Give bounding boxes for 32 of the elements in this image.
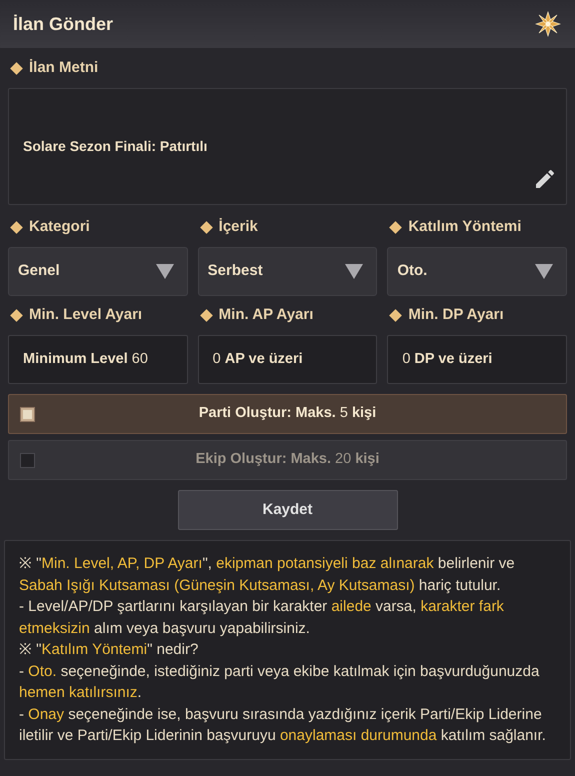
option-label: Ekip Oluştur: Maks. 20 kişi [194, 450, 380, 470]
checkbox[interactable] [20, 406, 35, 422]
field-label: İlan Metni [29, 58, 98, 78]
field-label: Katılım Yöntemi [408, 216, 522, 237]
pencil-icon[interactable] [533, 167, 557, 191]
field-label: İçerik [218, 216, 258, 237]
save-button[interactable]: Kaydet [178, 490, 398, 530]
note-text: - Onay seçeneğinde ise, başvuru sırasında yazdığınız içerik Parti/Ekip Liderine iletilir ve Parti/Ekip Liderinin başvuruyu onaylaması durumunda katılım sağlanır. [19, 704, 547, 746]
caret-icon [156, 264, 174, 279]
field-label: Min. Level Ayarı [29, 304, 142, 325]
caret-icon [345, 264, 364, 279]
note-text: - Oto. seçeneğinde, istediğiniz parti veya ekibe katılmak için başvurduğunuzda hemen katılırsınız. [19, 662, 540, 703]
input-field[interactable]: 0 AP ve üzeri [198, 335, 378, 384]
option-row[interactable]: Ekip Oluştur: Maks. 20 kişi [8, 440, 567, 480]
dropdown[interactable]: Serbest [198, 247, 378, 296]
window-title: İlan Gönder [13, 12, 114, 36]
option-row[interactable]: Parti Oluştur: Maks. 5 kişi [8, 394, 567, 434]
input-field[interactable]: Minimum Level 60 [8, 335, 188, 384]
note-text: - Level/AP/DP şartlarını karşılayan bir karakter ailede varsa, karakter fark etmeksizin alım veya başvuru yapabilirsiniz. [19, 597, 505, 638]
note-text: ※ "Min. Level, AP, DP Ayarı", ekipman potansiyeli baz alınarak belirlenir ve Sabah Işığı Kutsaması (Güneşin Kutsaması, Ay Kutsaması) hariç tutulur. [19, 554, 516, 596]
caret-icon [535, 264, 553, 279]
checkbox[interactable] [20, 452, 35, 468]
input-field[interactable]: 0 DP ve üzeri [387, 335, 567, 384]
ad-text-field[interactable]: Solare Sezon Finali: Patırtılı [8, 88, 567, 205]
flower-icon [534, 10, 562, 38]
field-label: Min. DP Ayarı [408, 304, 504, 325]
field-label: Min. AP Ayarı [218, 304, 314, 325]
dropdown[interactable]: Genel [8, 247, 188, 296]
field-label: Kategori [29, 216, 90, 237]
option-label: Parti Oluştur: Maks. 5 kişi [198, 404, 378, 424]
dropdown[interactable]: Oto. [387, 247, 567, 296]
note-text: ※ "Katılım Yöntemi" nedir? [19, 640, 200, 660]
